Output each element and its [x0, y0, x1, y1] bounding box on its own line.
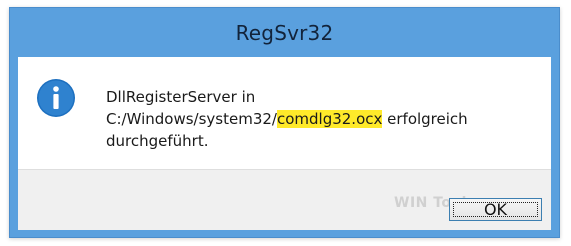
window-title: RegSvr32 [235, 21, 334, 45]
highlighted-filename: comdlg32.ocx [276, 110, 383, 128]
message-line-2: C:/Windows/system32/comdlg32.ocx erfolgr… [106, 108, 546, 130]
message-dialog: RegSvr32 DllRegisterServer in C:/Windows… [9, 7, 560, 238]
info-icon [37, 79, 75, 117]
dialog-message: DllRegisterServer in C:/Windows/system32… [106, 86, 546, 152]
message-path-suffix: erfolgreich [382, 110, 468, 128]
dialog-content: DllRegisterServer in C:/Windows/system32… [18, 57, 551, 169]
message-path-prefix: C:/Windows/system32/ [106, 110, 277, 128]
title-bar[interactable]: RegSvr32 [10, 8, 559, 57]
message-line-3: durchgeführt. [106, 132, 209, 150]
message-line-1: DllRegisterServer in [106, 88, 256, 106]
ok-button-label: OK [483, 200, 508, 219]
button-bar: WIN Tools OK [18, 169, 551, 230]
ok-button[interactable]: OK [449, 198, 542, 221]
